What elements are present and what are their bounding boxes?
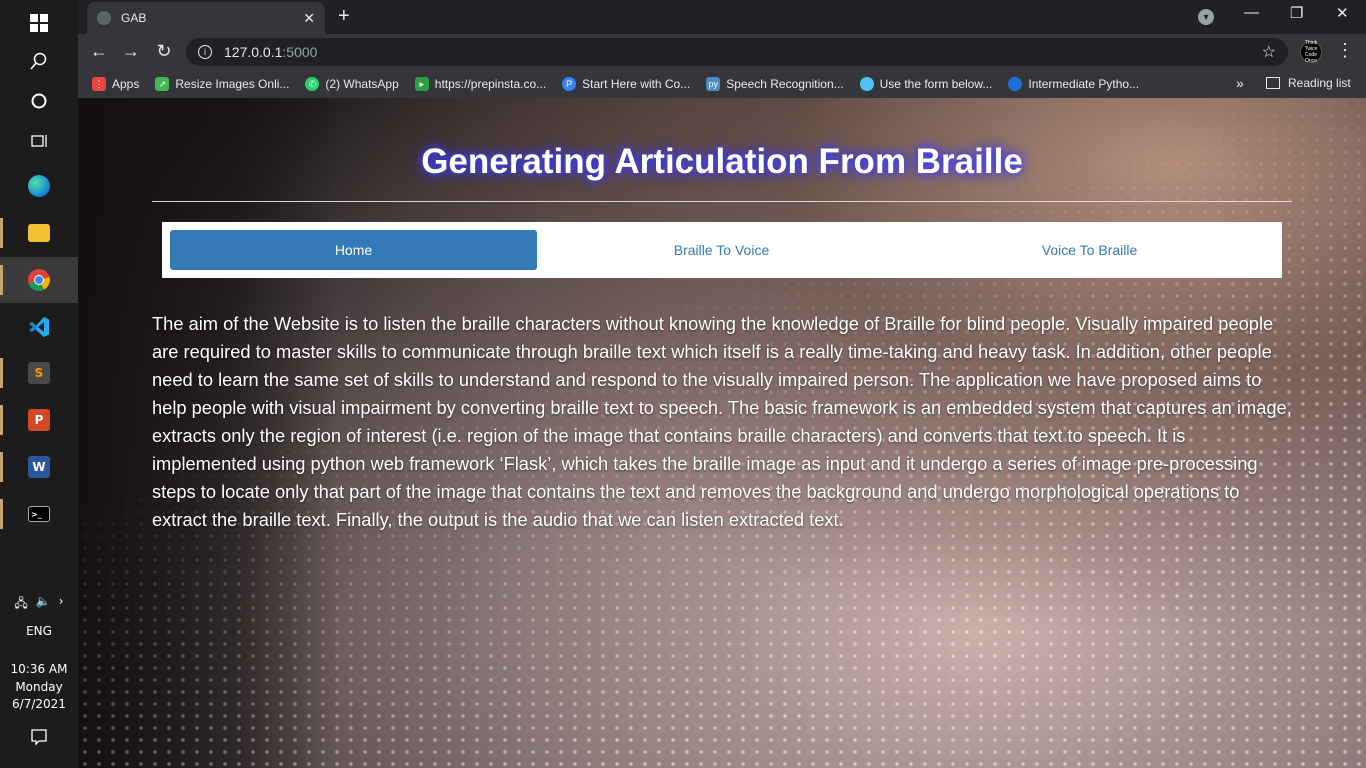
window-close-icon[interactable]: ✕ — [1336, 4, 1349, 22]
reading-list-button[interactable]: Reading list — [1266, 76, 1351, 90]
windows-taskbar: S P W >_ 🖧 🔈 › ENG 10:36 AM Monday 6/7/2… — [0, 0, 78, 768]
bookmark-3[interactable]: ▸ https://prepinsta.co... — [414, 77, 547, 91]
bookmark-4[interactable]: P Start Here with Co... — [562, 77, 690, 91]
bookmark-label: Apps — [112, 77, 140, 91]
vscode-app[interactable] — [0, 304, 78, 350]
sublime-app[interactable]: S — [0, 350, 78, 396]
bookmark-label: Start Here with Co... — [582, 77, 691, 91]
bookmark-6[interactable]: Use the form below... — [859, 77, 993, 91]
more-bookmarks-icon[interactable]: » — [1236, 75, 1244, 91]
minimize-icon[interactable]: — — [1244, 4, 1259, 21]
forward-arrow-icon[interactable]: → — [120, 41, 142, 62]
nav-home[interactable]: Home — [170, 230, 537, 270]
chevron-right-icon[interactable]: › — [59, 594, 64, 615]
page-title: Generating Articulation From Braille — [421, 142, 1023, 181]
back-arrow-icon[interactable]: ← — [88, 41, 110, 62]
bookmark-label: Intermediate Pytho... — [1028, 77, 1140, 91]
word-app[interactable]: W — [0, 444, 78, 490]
nav-braille-to-voice[interactable]: Braille To Voice — [538, 230, 905, 270]
clock-date[interactable]: 6/7/2021 — [0, 697, 78, 711]
tab-strip: GAB ✕ + ▾ — ❐ ✕ — [78, 0, 1366, 34]
chrome-window: GAB ✕ + ▾ — ❐ ✕ ← → ↻ i 127.0.0.1:5000 ☆… — [78, 0, 1366, 768]
apps-grid-icon: ⋮ — [92, 77, 106, 91]
globe-icon — [97, 11, 111, 25]
system-tray: 🖧 🔈 › — [0, 594, 78, 615]
main-nav: Home Braille To Voice Voice To Braille — [162, 222, 1282, 278]
volume-icon[interactable]: 🔈 — [36, 594, 51, 615]
python-icon: py — [706, 77, 721, 91]
bookmark-1[interactable]: ↗ Resize Images Onli... — [155, 77, 289, 91]
windows-logo-icon — [30, 14, 48, 32]
bookmark-label: https://prepinsta.co... — [434, 77, 547, 91]
powerpoint-app[interactable]: P — [0, 397, 78, 443]
about-paragraph: The aim of the Website is to listen the … — [152, 313, 1292, 530]
network-icon[interactable]: 🖧 — [14, 594, 27, 615]
chrome-icon — [28, 269, 50, 291]
task-view-button[interactable] — [0, 118, 78, 164]
bookmark-label: (2) WhatsApp — [325, 77, 399, 91]
chrome-app[interactable] — [0, 257, 78, 303]
action-center-button[interactable] — [0, 728, 78, 749]
bookmark-7[interactable]: Intermediate Pytho... — [1008, 77, 1139, 91]
file-explorer-app[interactable] — [0, 210, 78, 256]
reload-icon[interactable]: ↻ — [153, 41, 175, 62]
site-info-icon[interactable]: i — [198, 45, 212, 59]
kebab-menu-icon[interactable]: ⋮ — [1336, 40, 1354, 61]
notification-icon — [31, 729, 47, 746]
form-icon — [859, 77, 874, 91]
bookmarks-bar: ⋮ Apps ↗ Resize Images Onli... ✆ (2) WhatsA… — [78, 70, 1366, 98]
tab-gab[interactable]: GAB ✕ — [87, 2, 325, 34]
bookmark-label: Use the form below... — [879, 77, 993, 91]
word-icon: W — [28, 456, 50, 478]
bookmark-label: Speech Recognition... — [726, 77, 844, 91]
search-icon — [30, 52, 47, 70]
page-viewport: Generating Articulation From Braille Hom… — [78, 98, 1366, 768]
reading-list-icon — [1266, 77, 1280, 89]
new-tab-button[interactable]: + — [338, 5, 350, 28]
edge-app[interactable] — [0, 163, 78, 209]
bookmark-star-icon[interactable]: ☆ — [1262, 42, 1276, 62]
bookmark-2[interactable]: ✆ (2) WhatsApp — [305, 77, 399, 91]
p-icon: P — [562, 77, 577, 91]
sublime-icon: S — [28, 362, 50, 384]
clock-time[interactable]: 10:36 AM — [0, 662, 78, 676]
cortana-circle-icon — [31, 93, 47, 109]
prepinsta-icon: ▸ — [414, 77, 429, 91]
powerpoint-icon: P — [28, 409, 50, 431]
tab-title: GAB — [121, 11, 147, 25]
tab-search-icon[interactable]: ▾ — [1198, 9, 1214, 25]
bookmark-label: Resize Images Onli... — [175, 77, 290, 91]
terminal-app[interactable]: >_ — [0, 491, 78, 537]
url-port: :5000 — [282, 44, 318, 60]
bookmark-0[interactable]: ⋮ Apps — [92, 77, 139, 91]
address-bar[interactable]: i 127.0.0.1:5000 ☆ — [186, 38, 1288, 66]
profile-avatar[interactable]: Think Twice Code Once — [1300, 40, 1322, 64]
vscode-icon — [29, 317, 49, 337]
terminal-icon: >_ — [28, 506, 50, 522]
edge-icon — [28, 175, 50, 197]
reading-list-label: Reading list — [1288, 76, 1351, 90]
nav-voice-to-braille[interactable]: Voice To Braille — [906, 230, 1273, 270]
browser-toolbar: ← → ↻ i 127.0.0.1:5000 ☆ Think Twice Cod… — [78, 34, 1366, 70]
restore-icon[interactable]: ❐ — [1290, 4, 1303, 22]
bookmark-5[interactable]: py Speech Recognition... — [706, 77, 844, 91]
input-language[interactable]: ENG — [0, 624, 78, 638]
task-view-icon — [31, 135, 47, 147]
bookmark-icon — [1008, 77, 1023, 91]
title-divider — [152, 201, 1292, 202]
folder-icon — [28, 224, 50, 242]
close-tab-icon[interactable]: ✕ — [303, 10, 315, 27]
url-host: 127.0.0.1 — [224, 44, 283, 60]
resize-icon: ↗ — [155, 77, 170, 91]
whatsapp-icon: ✆ — [305, 77, 320, 91]
clock-day[interactable]: Monday — [0, 680, 78, 694]
